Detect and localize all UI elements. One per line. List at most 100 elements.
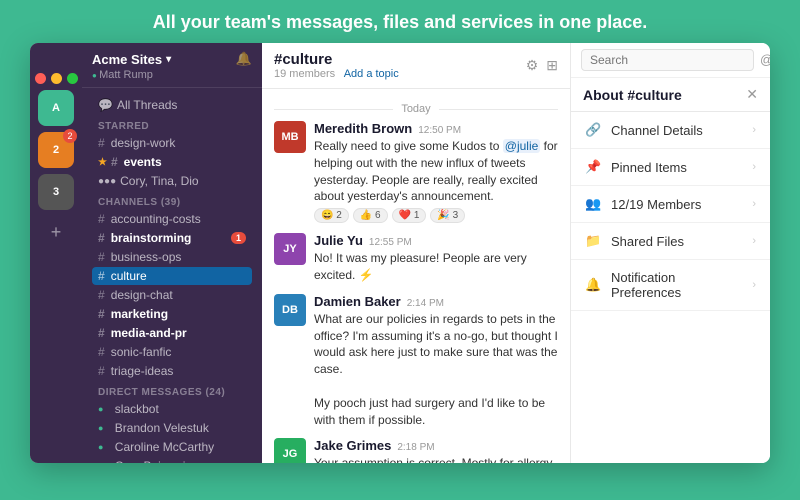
shared-files-label: Shared Files <box>611 234 684 249</box>
chat-header: #culture 19 members Add a topic ⚙ ⊞ <box>262 43 570 89</box>
mention-julie: @julie <box>503 139 541 153</box>
window-controls <box>30 73 84 90</box>
workspace-icon-2[interactable]: 2 2 <box>38 132 74 168</box>
workspace-icon-1[interactable]: A <box>38 90 74 126</box>
settings-icon[interactable]: ⚙ <box>526 57 539 74</box>
workspace-header: Acme Sites ▾ 🔔 Matt Rump <box>82 43 262 88</box>
sidebar-item-marketing[interactable]: #marketing <box>92 305 252 323</box>
shared-files-icon: 📁 <box>585 233 603 249</box>
sidebar-item-accounting-costs[interactable]: #accounting-costs <box>92 210 252 228</box>
members-label: 12/19 Members <box>611 197 701 212</box>
message-julie: JY Julie Yu 12:55 PM No! It was my pleas… <box>274 233 558 284</box>
chevron-notification-prefs: › <box>752 279 756 291</box>
left-sidebar: Acme Sites ▾ 🔔 Matt Rump 💬 All Threads S… <box>82 43 262 463</box>
sidebar-item-cory-b[interactable]: ● Cory Bujnowicz <box>92 457 252 463</box>
sidebar-item-design-chat[interactable]: #design-chat <box>92 286 252 304</box>
panel-pinned-items[interactable]: 📌 Pinned Items › <box>571 149 770 186</box>
starred-label: STARRED <box>92 115 252 134</box>
panel-members[interactable]: 👥 12/19 Members › <box>571 186 770 223</box>
date-divider: Today <box>274 103 558 115</box>
text-meredith: Really need to give some Kudos to @julie… <box>314 138 558 205</box>
notification-prefs-icon: 🔔 <box>585 277 603 293</box>
dm-label: DIRECT MESSAGES (24) <box>92 381 252 400</box>
time-meredith: 12:50 PM <box>418 125 461 136</box>
search-input[interactable] <box>581 49 754 71</box>
channels-label: CHANNELS (39) <box>92 191 252 210</box>
chevron-members: › <box>752 198 756 210</box>
sidebar-item-brandon[interactable]: ● Brandon Velestuk <box>92 419 252 437</box>
search-bar: @ ☆ ⋮ <box>571 43 770 78</box>
avatar-jake: JG <box>274 438 306 463</box>
sidebar-item-cory-tina[interactable]: ●●● Cory, Tina, Dio <box>92 172 252 190</box>
sidebar-item-caroline[interactable]: ● Caroline McCarthy <box>92 438 252 456</box>
reaction-smile[interactable]: 😄 2 <box>314 208 349 223</box>
reaction-party[interactable]: 🎉 3 <box>430 208 465 223</box>
text-jake1: Your assumption is correct. Mostly for a… <box>314 455 558 463</box>
panel-shared-files[interactable]: 📁 Shared Files › <box>571 223 770 260</box>
sidebar-item-business-ops[interactable]: #business-ops <box>92 248 252 266</box>
message-jake1: JG Jake Grimes 2:18 PM Your assumption i… <box>274 438 558 463</box>
app-window: A 2 2 3 + Acme Sites ▾ 🔔 Matt Rump 💬 All… <box>30 43 770 463</box>
sidebar-item-sonic-fanfic[interactable]: #sonic-fanfic <box>92 343 252 361</box>
chevron-shared-files: › <box>752 235 756 247</box>
brainstorming-badge: 1 <box>231 232 246 244</box>
avatar-damien: DB <box>274 294 306 326</box>
channel-details-label: Channel Details <box>611 123 703 138</box>
chevron-pinned: › <box>752 161 756 173</box>
maximize-button[interactable] <box>67 73 78 84</box>
notifications-bell-icon[interactable]: 🔔 <box>236 51 252 67</box>
sidebar-item-culture[interactable]: #culture <box>92 267 252 285</box>
time-julie: 12:55 PM <box>369 237 412 248</box>
pinned-items-label: Pinned Items <box>611 160 687 175</box>
badge-2: 2 <box>63 129 77 143</box>
avatar-julie: JY <box>274 233 306 265</box>
panel-notification-prefs[interactable]: 🔔 Notification Preferences › <box>571 260 770 311</box>
at-icon[interactable]: @ <box>760 52 770 68</box>
time-damien1: 2:14 PM <box>407 298 444 309</box>
right-panel-items: 🔗 Channel Details › 📌 Pinned Items › 👥 1… <box>571 112 770 463</box>
workspace-name[interactable]: Acme Sites ▾ 🔔 <box>92 51 252 67</box>
chat-channel-title: #culture 19 members Add a topic <box>274 51 399 80</box>
sidebar-nav: 💬 All Threads STARRED #design-work ★ #ev… <box>82 88 262 463</box>
main-chat: #culture 19 members Add a topic ⚙ ⊞ Toda… <box>262 43 570 463</box>
time-jake1: 2:18 PM <box>397 442 434 453</box>
sidebar-item-events[interactable]: ★ #events <box>92 153 252 171</box>
sidebar-item-triage-ideas[interactable]: #triage-ideas <box>92 362 252 380</box>
reaction-thumbs[interactable]: 👍 6 <box>353 208 388 223</box>
reaction-heart[interactable]: ❤️ 1 <box>392 208 427 223</box>
reactions-meredith: 😄 2 👍 6 ❤️ 1 🎉 3 <box>314 208 558 223</box>
message-meredith: MB Meredith Brown 12:50 PM Really need t… <box>274 121 558 223</box>
message-damien1: DB Damien Baker 2:14 PM What are our pol… <box>274 294 558 429</box>
sidebar-item-media-and-pr[interactable]: #media-and-pr <box>92 324 252 342</box>
close-button[interactable] <box>35 73 46 84</box>
author-meredith: Meredith Brown <box>314 121 412 136</box>
workspace-user: Matt Rump <box>92 69 252 81</box>
sidebar-item-all-threads[interactable]: 💬 All Threads <box>92 96 252 114</box>
sidebar-item-slackbot[interactable]: ● slackbot <box>92 400 252 418</box>
text-damien1: What are our policies in regards to pets… <box>314 311 558 429</box>
chat-messages: Today MB Meredith Brown 12:50 PM Really … <box>262 89 570 463</box>
search-actions: @ ☆ ⋮ <box>760 52 770 68</box>
layout-icon[interactable]: ⊞ <box>546 57 558 74</box>
pinned-items-icon: 📌 <box>585 159 603 175</box>
chevron-channel-details: › <box>752 124 756 136</box>
channel-details-icon: 🔗 <box>585 122 603 138</box>
chat-header-actions: ⚙ ⊞ <box>526 57 558 74</box>
workspace-icon-3[interactable]: 3 <box>38 174 74 210</box>
author-damien1: Damien Baker <box>314 294 401 309</box>
close-panel-icon[interactable]: ✕ <box>746 86 758 103</box>
sidebar-item-design-work[interactable]: #design-work <box>92 134 252 152</box>
author-julie: Julie Yu <box>314 233 363 248</box>
members-icon: 👥 <box>585 196 603 212</box>
tagline: All your team's messages, files and serv… <box>133 0 668 43</box>
right-panel-title: About #culture <box>583 87 682 103</box>
add-workspace-button[interactable]: + <box>51 222 62 243</box>
panel-channel-details[interactable]: 🔗 Channel Details › <box>571 112 770 149</box>
sidebar-item-brainstorming[interactable]: #brainstorming 1 <box>92 229 252 247</box>
avatar-meredith: MB <box>274 121 306 153</box>
right-sidebar-header: About #culture ✕ <box>571 78 770 112</box>
author-jake1: Jake Grimes <box>314 438 391 453</box>
right-sidebar: @ ☆ ⋮ About #culture ✕ 🔗 Channel Details… <box>570 43 770 463</box>
notification-prefs-label: Notification Preferences <box>611 270 744 300</box>
minimize-button[interactable] <box>51 73 62 84</box>
